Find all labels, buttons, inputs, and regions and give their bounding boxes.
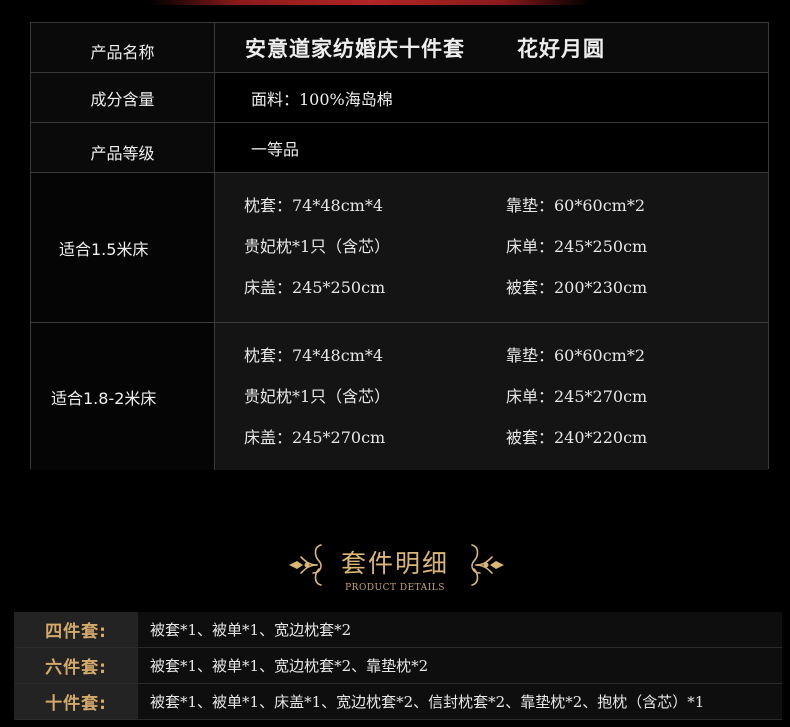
spec-label: 产品等级: [31, 123, 215, 172]
size-spec-grid: 枕套：74*48cm*4 靠垫：60*60cm*2 贵妃枕*1只（含芯） 床单：…: [244, 331, 736, 456]
size-spec-grid: 枕套：74*48cm*4 靠垫：60*60cm*2 贵妃枕*1只（含芯） 床单：…: [244, 181, 736, 306]
spec-label: 适合1.5米床: [31, 173, 215, 322]
package-row-ten: 十件套: 被套*1、被单*1、床盖*1、宽边枕套*2、信封枕套*2、靠垫枕*2、…: [14, 684, 782, 720]
package-row-six: 六件套: 被套*1、被单*1、宽边枕套*2、靠垫枕*2: [14, 648, 782, 684]
spec-item: 枕套：74*48cm*4: [244, 345, 384, 365]
spec-row-size-1-8m: 适合1.8-2米床 枕套：74*48cm*4 靠垫：60*60cm*2 贵妃枕*…: [31, 323, 768, 470]
composition-value: 面料：100%海岛棉: [251, 89, 393, 109]
package-label: 六件套:: [14, 648, 138, 683]
package-table: 四件套: 被套*1、被单*1、宽边枕套*2 六件套: 被套*1、被单*1、宽边枕…: [14, 612, 782, 720]
package-contents: 被套*1、被单*1、宽边枕套*2、靠垫枕*2: [138, 648, 782, 683]
spec-item: 贵妃枕*1只（含芯）: [244, 386, 391, 406]
grade-value: 一等品: [251, 139, 300, 159]
spec-item: 贵妃枕*1只（含芯）: [244, 236, 391, 256]
spec-value: 面料：100%海岛棉: [215, 73, 768, 122]
section-heading: 套件明细 PRODUCT DETAILS: [0, 538, 790, 598]
top-accent-bar: [150, 0, 590, 5]
spec-item: 床单：245*270cm: [506, 386, 648, 406]
ornament-right-icon: [471, 544, 504, 586]
product-series: 花好月圆: [517, 36, 605, 61]
spec-label: 产品名称: [31, 23, 215, 72]
spec-row-product-name: 产品名称 安意道家纺婚庆十件套 花好月圆: [31, 23, 768, 73]
spec-item: 被套：240*220cm: [506, 427, 648, 447]
spec-item: 靠垫：60*60cm*2: [506, 345, 646, 365]
section-subtitle: PRODUCT DETAILS: [345, 583, 445, 593]
spec-item: 床单：245*250cm: [506, 236, 648, 256]
spec-item: 枕套：74*48cm*4: [244, 195, 384, 215]
package-label: 四件套:: [14, 612, 138, 647]
package-label: 十件套:: [14, 684, 138, 719]
product-name: 安意道家纺婚庆十件套: [245, 36, 465, 61]
package-contents: 被套*1、被单*1、床盖*1、宽边枕套*2、信封枕套*2、靠垫枕*2、抱枕（含芯…: [138, 684, 782, 719]
package-contents: 被套*1、被单*1、宽边枕套*2: [138, 612, 782, 647]
spec-table: 产品名称 安意道家纺婚庆十件套 花好月圆 成分含量 面料：100%海岛棉 产品等…: [30, 22, 769, 470]
spec-row-composition: 成分含量 面料：100%海岛棉: [31, 73, 768, 123]
spec-value: 一等品: [215, 123, 768, 172]
spec-row-size-1-5m: 适合1.5米床 枕套：74*48cm*4 靠垫：60*60cm*2 贵妃枕*1只…: [31, 173, 768, 323]
section-title: 套件明细: [340, 549, 449, 578]
spec-row-grade: 产品等级 一等品: [31, 123, 768, 173]
spec-value: 枕套：74*48cm*4 靠垫：60*60cm*2 贵妃枕*1只（含芯） 床单：…: [215, 323, 768, 470]
spec-value: 枕套：74*48cm*4 靠垫：60*60cm*2 贵妃枕*1只（含芯） 床单：…: [215, 173, 768, 322]
package-row-four: 四件套: 被套*1、被单*1、宽边枕套*2: [14, 612, 782, 648]
spec-item: 床盖：245*270cm: [244, 427, 386, 447]
spec-value: 安意道家纺婚庆十件套 花好月圆: [215, 23, 768, 72]
spec-item: 被套：200*230cm: [506, 277, 648, 297]
spec-item: 靠垫：60*60cm*2: [506, 195, 646, 215]
spec-label: 成分含量: [31, 73, 215, 122]
spec-item: 床盖：245*250cm: [244, 277, 386, 297]
spec-label: 适合1.8-2米床: [31, 323, 215, 470]
